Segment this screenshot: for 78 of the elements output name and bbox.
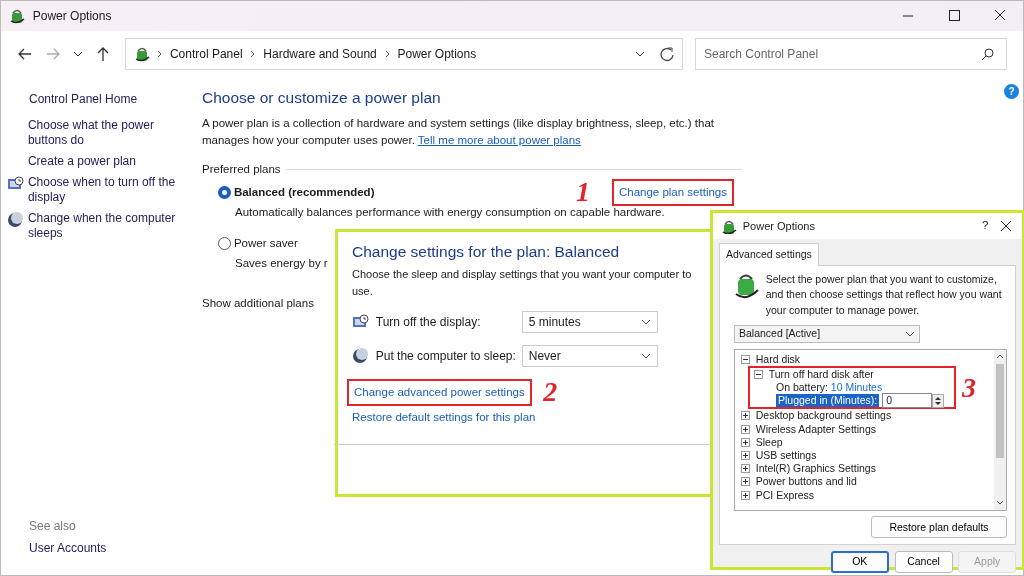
- page-title: Choose or customize a power plan: [202, 87, 442, 108]
- learn-more-link[interactable]: Tell me more about power plans: [417, 134, 581, 147]
- restore-defaults-link[interactable]: Restore default settings for this plan: [352, 409, 536, 427]
- dialog-title: Power Options: [742, 218, 815, 234]
- change-plan-link[interactable]: Change plan settings: [611, 178, 734, 206]
- breadcrumb-item[interactable]: Control Panel: [169, 44, 243, 63]
- chevron-right-icon: [250, 49, 256, 58]
- annotation-number: 3: [961, 373, 976, 402]
- tree-item[interactable]: PCI Express: [755, 488, 815, 502]
- sidebar-link[interactable]: Change when the computer sleeps: [27, 210, 178, 241]
- tree-item[interactable]: Intel(R) Graphics Settings: [755, 462, 876, 476]
- search-icon: [981, 46, 995, 61]
- tree-item[interactable]: Turn off hard disk after: [768, 367, 874, 381]
- group-label: Preferred plans: [202, 161, 281, 177]
- dropdown-field[interactable]: Never: [521, 344, 658, 367]
- setting-label: Plugged in (Minutes):: [776, 394, 880, 408]
- tree-item[interactable]: Hard disk: [755, 352, 801, 366]
- dialog-intro-text: Select the power plan that you want to customize, and then choose settings that reflect how you want your computer to manage power.: [765, 271, 1003, 319]
- power-options-icon: [721, 218, 737, 234]
- expand-icon[interactable]: [741, 490, 750, 500]
- setting-value[interactable]: 10 Minutes: [830, 381, 883, 395]
- plan-dropdown[interactable]: Balanced [Active]: [734, 324, 920, 343]
- sidebar-link[interactable]: Choose when to turn off the display: [27, 174, 178, 205]
- expand-icon[interactable]: [741, 411, 750, 421]
- expand-icon[interactable]: [741, 464, 750, 474]
- plan-name: Balanced (recommended): [233, 184, 375, 200]
- annotation-number: 2: [543, 378, 558, 407]
- dropdown-field[interactable]: 5 minutes: [521, 311, 658, 334]
- plan-name: Power saver: [233, 235, 298, 251]
- help-button[interactable]: ?: [982, 217, 989, 235]
- expand-icon[interactable]: [741, 451, 750, 461]
- address-bar[interactable]: Control Panel Hardware and Sound Power Options: [125, 37, 683, 70]
- panel-subtitle: Choose the sleep and display settings that you want your computer to use.: [352, 267, 693, 299]
- tree-item[interactable]: USB settings: [755, 448, 817, 463]
- sidebar-link[interactable]: Choose what the power buttons do: [27, 118, 178, 149]
- radio-button[interactable]: [218, 185, 231, 199]
- close-icon[interactable]: [1000, 220, 1012, 232]
- annotation-number: 1: [575, 178, 590, 207]
- display-clock-icon: [7, 175, 25, 192]
- expand-icon[interactable]: [741, 424, 750, 434]
- setting-label: On battery:: [776, 381, 828, 395]
- intro-text: A power plan is a collection of hardware and system settings (like display brightness, sleep, etc.) that manages how your computer uses power. Tell me more about power plans: [202, 115, 715, 149]
- chevron-right-icon: [384, 49, 390, 58]
- setting-label: Put the computer to sleep:: [375, 347, 517, 365]
- window-title: Power Options: [32, 8, 112, 25]
- help-button[interactable]: ?: [1004, 83, 1019, 99]
- restore-defaults-button[interactable]: Restore plan defaults: [871, 516, 1007, 539]
- scrollbar-drawing[interactable]: [994, 349, 1006, 510]
- radio-button[interactable]: [218, 236, 231, 250]
- panel-title: Change settings for the plan: Balanced: [352, 242, 621, 262]
- moon-icon: [352, 347, 370, 364]
- sidebar-link[interactable]: Create a power plan: [27, 154, 178, 170]
- dialog-button[interactable]: Cancel: [894, 550, 953, 573]
- expand-icon[interactable]: [741, 477, 750, 487]
- spinner-arrows-icon[interactable]: [932, 393, 945, 408]
- plan-description: Saves energy by r: [235, 256, 329, 272]
- number-field[interactable]: 0: [882, 393, 933, 409]
- collapse-icon[interactable]: [741, 354, 750, 364]
- search-field[interactable]: Search Control Panel: [695, 37, 1007, 70]
- collapse-icon[interactable]: [754, 369, 763, 379]
- expand-icon[interactable]: [741, 437, 750, 447]
- dialog-button[interactable]: OK: [830, 550, 889, 573]
- see-also-heading: See also: [29, 518, 77, 536]
- power-options-icon: [9, 7, 27, 25]
- plan-description: Automatically balances performance with energy consumption on capable hardware.: [235, 205, 666, 221]
- breadcrumb-item[interactable]: Hardware and Sound: [263, 44, 377, 63]
- breadcrumb-item[interactable]: Power Options: [397, 44, 477, 63]
- tree-item[interactable]: Power buttons and lid: [755, 475, 857, 489]
- moon-icon: [7, 211, 25, 228]
- tree-item[interactable]: Sleep: [755, 435, 783, 449]
- chevron-right-icon: [157, 49, 162, 58]
- tree-item[interactable]: Desktop background settings: [755, 409, 892, 423]
- dialog-tab[interactable]: Advanced settings: [719, 242, 819, 266]
- sidebar-link[interactable]: User Accounts: [29, 540, 197, 556]
- advanced-settings-link[interactable]: Change advanced power settings: [347, 378, 532, 406]
- sidebar-link[interactable]: Control Panel Home: [29, 91, 197, 107]
- tree-item[interactable]: Wireless Adapter Settings: [755, 422, 876, 436]
- setting-label: Turn off the display:: [375, 314, 482, 332]
